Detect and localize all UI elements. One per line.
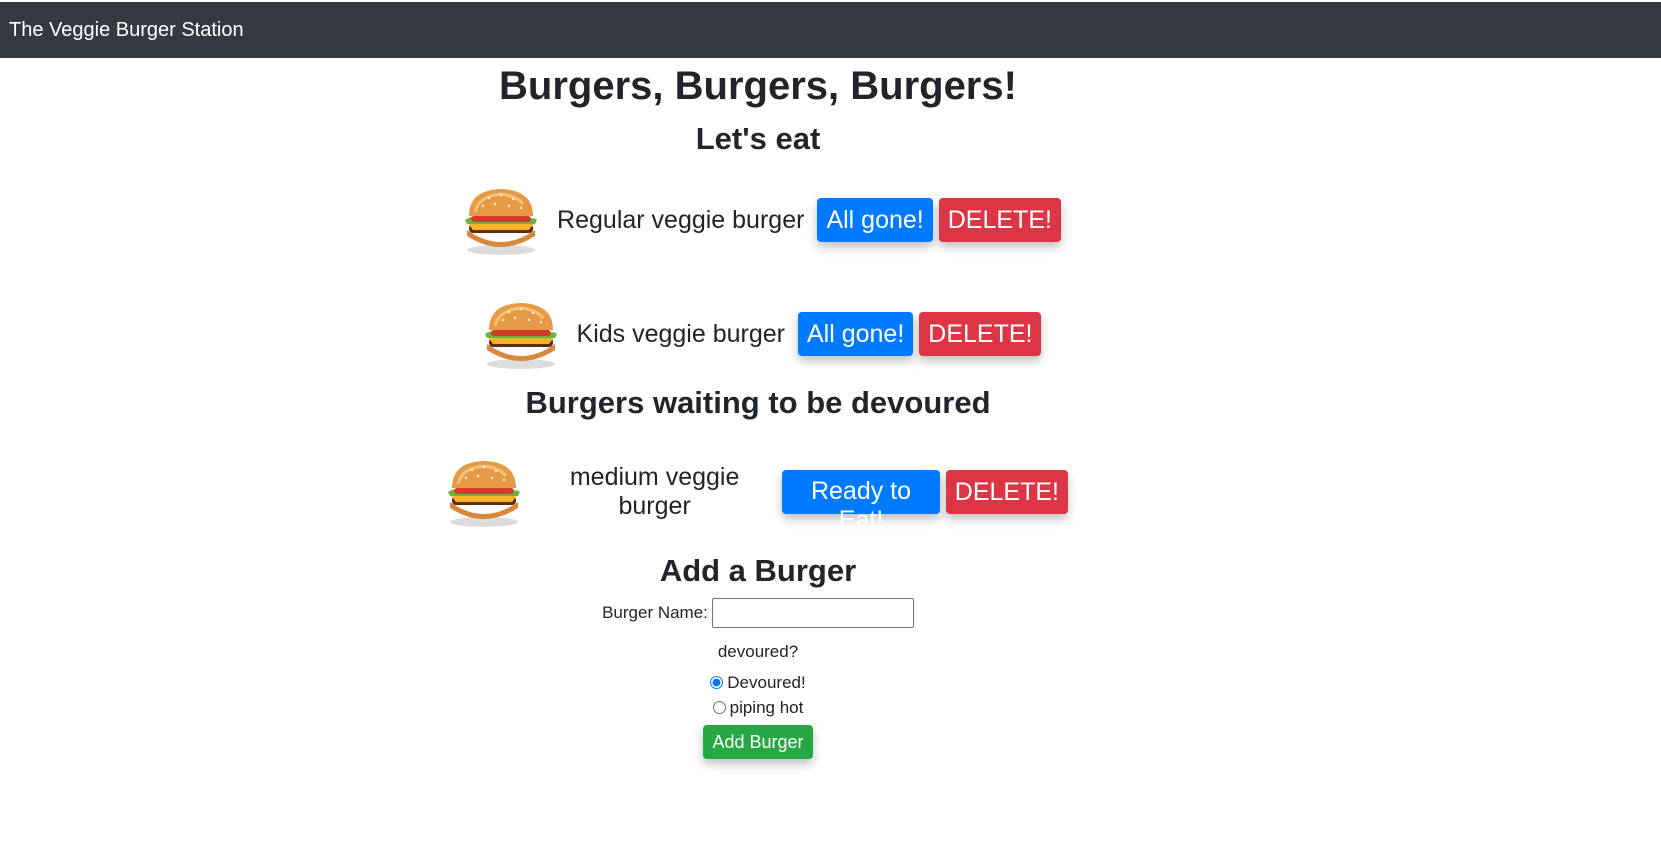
navbar: The Veggie Burger Station xyxy=(0,2,1661,58)
devoured-option: Devoured! xyxy=(445,670,1071,695)
page-title: Burgers, Burgers, Burgers! xyxy=(499,64,1017,108)
navbar-brand[interactable]: The Veggie Burger Station xyxy=(9,19,244,42)
burger-name: medium veggie burger xyxy=(569,463,740,520)
ready-to-eat-button[interactable]: Ready to Eat! xyxy=(782,470,940,534)
burger-name: Regular veggie burger xyxy=(557,205,805,234)
burger-icon xyxy=(479,298,563,370)
all-gone-button[interactable]: All gone! xyxy=(797,312,914,356)
list-item: Kids veggie burger All gone! DELETE! xyxy=(447,294,1073,374)
burger-icon xyxy=(459,184,543,256)
piping-hot-radio[interactable] xyxy=(712,701,726,714)
delete-button[interactable]: DELETE! xyxy=(938,198,1061,242)
submit-row: Add Burger xyxy=(445,725,1071,759)
main-content: Burgers, Burgers, Burgers! Let's eat Reg… xyxy=(445,58,1071,759)
add-burger-title: Add a Burger xyxy=(659,553,857,588)
page-subtitle: Let's eat xyxy=(695,121,821,156)
delete-button[interactable]: DELETE! xyxy=(919,312,1042,356)
piping-hot-option: piping hot xyxy=(445,695,1071,720)
devoured-question: devoured? xyxy=(445,642,1071,662)
delete-button[interactable]: DELETE! xyxy=(945,470,1068,514)
burger-name-label: Burger Name: xyxy=(602,603,708,622)
burger-icon xyxy=(442,456,526,528)
piping-hot-radio-label: piping hot xyxy=(729,697,804,717)
add-burger-button[interactable]: Add Burger xyxy=(703,725,813,759)
burger-name-input[interactable] xyxy=(711,598,914,628)
all-gone-button[interactable]: All gone! xyxy=(817,198,933,242)
devoured-radio[interactable] xyxy=(710,676,724,689)
list-item: medium veggie burger Ready to Eat! DELET… xyxy=(442,452,1068,534)
burger-name: Kids veggie burger xyxy=(576,319,785,348)
devoured-question-label: devoured? xyxy=(717,642,799,661)
list-item: Regular veggie burger All gone! DELETE! xyxy=(447,180,1073,260)
waiting-section-title: Burgers waiting to be devoured xyxy=(525,385,991,420)
burger-name-row: Burger Name: xyxy=(445,598,1071,628)
devoured-radio-label: Devoured! xyxy=(727,672,806,692)
